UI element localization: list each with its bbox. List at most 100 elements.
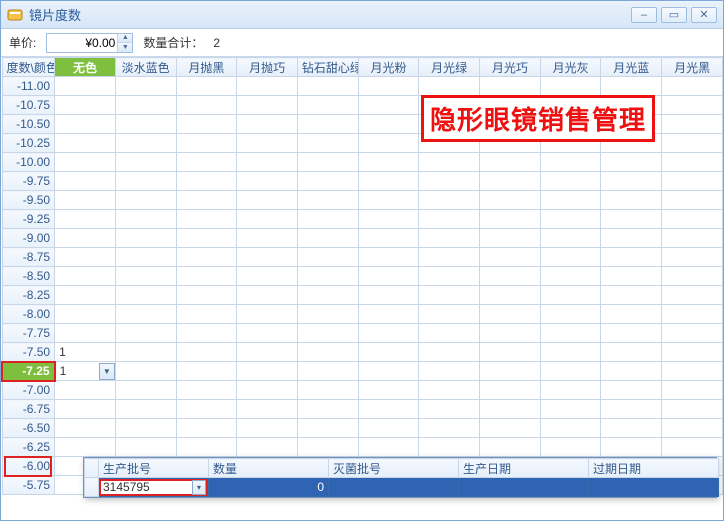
grid-cell[interactable] [480,286,541,305]
grid-cell[interactable] [176,153,237,172]
batch-row-marker[interactable] [85,478,99,497]
grid-cell[interactable] [297,419,358,438]
grid-cell[interactable] [358,324,419,343]
grid-cell[interactable] [176,400,237,419]
grid-cell[interactable] [540,362,601,381]
grid-cell[interactable] [601,286,662,305]
grid-cell[interactable] [358,153,419,172]
grid-cell[interactable] [358,210,419,229]
grid-cell[interactable] [297,324,358,343]
grid-cell[interactable] [237,362,298,381]
grid-cell[interactable] [297,362,358,381]
grid-cell[interactable] [115,438,176,457]
grid-cell[interactable] [662,343,723,362]
grid-cell[interactable] [540,153,601,172]
grid-cell[interactable] [55,438,116,457]
grid-cell[interactable] [662,248,723,267]
grid-cell[interactable] [601,324,662,343]
grid-cell[interactable] [297,96,358,115]
grid-cell[interactable] [297,267,358,286]
grid-cell[interactable] [480,77,541,96]
grid-cell[interactable] [601,153,662,172]
row-header[interactable]: -6.25 [2,438,55,457]
grid-cell[interactable] [419,381,480,400]
grid-cell[interactable] [176,362,237,381]
grid-cell[interactable] [480,172,541,191]
grid-cell[interactable]: 1▼ [55,362,116,381]
row-header[interactable]: -7.25 [2,362,55,381]
grid-cell[interactable] [237,229,298,248]
grid-cell[interactable] [358,286,419,305]
grid-cell[interactable] [176,419,237,438]
column-header[interactable]: 月光绿 [419,58,480,77]
grid-cell[interactable] [297,77,358,96]
grid-cell[interactable] [115,77,176,96]
column-header[interactable]: 月抛巧 [237,58,298,77]
grid-cell[interactable] [358,267,419,286]
grid-cell[interactable] [176,343,237,362]
grid-cell[interactable] [419,305,480,324]
grid-cell[interactable] [358,419,419,438]
grid-cell[interactable] [540,248,601,267]
grid-cell[interactable] [115,96,176,115]
grid-cell[interactable] [237,438,298,457]
grid-cell[interactable] [358,362,419,381]
grid-cell[interactable] [540,343,601,362]
grid-cell[interactable] [601,267,662,286]
grid-cell[interactable] [662,267,723,286]
grid-cell[interactable] [297,229,358,248]
grid-cell[interactable] [55,400,116,419]
grid-cell[interactable] [237,77,298,96]
batch-column-header[interactable]: 生产批号 [99,459,209,478]
close-button[interactable]: ✕ [691,7,717,23]
grid-cell[interactable] [297,305,358,324]
grid-cell[interactable] [480,153,541,172]
grid-cell[interactable] [358,305,419,324]
grid-cell[interactable] [419,229,480,248]
batch-column-header[interactable]: 数量 [209,459,329,478]
row-header[interactable]: -8.50 [2,267,55,286]
grid-cell[interactable] [237,419,298,438]
grid-cell[interactable] [237,210,298,229]
grid-cell[interactable] [419,419,480,438]
row-header[interactable]: -7.50 [2,343,55,362]
grid-cell[interactable] [540,267,601,286]
row-header[interactable]: -10.75 [2,96,55,115]
grid-cell[interactable] [662,96,723,115]
grid-cell[interactable] [419,248,480,267]
grid-cell[interactable] [540,438,601,457]
grid-cell[interactable] [55,248,116,267]
batch-column-header[interactable]: 灭菌批号 [329,459,459,478]
grid-cell[interactable] [55,324,116,343]
grid-cell[interactable] [115,267,176,286]
minimize-button[interactable]: – [631,7,657,23]
grid-cell[interactable] [480,210,541,229]
grid-cell[interactable] [358,191,419,210]
grid-cell[interactable] [237,343,298,362]
row-header[interactable]: -10.50 [2,115,55,134]
grid-cell[interactable] [297,400,358,419]
batch-cell-qty[interactable]: 0 [209,478,329,497]
grid-cell[interactable] [419,438,480,457]
row-header[interactable]: -6.00 [2,457,55,476]
grid-cell[interactable] [115,172,176,191]
column-header[interactable]: 月光灰 [540,58,601,77]
batch-column-header[interactable]: 过期日期 [589,459,719,478]
grid-cell[interactable] [55,210,116,229]
grid-cell[interactable] [419,362,480,381]
grid-cell[interactable] [480,381,541,400]
grid-cell[interactable] [601,343,662,362]
grid-cell[interactable] [55,381,116,400]
grid-cell[interactable] [358,115,419,134]
grid-cell[interactable] [662,115,723,134]
grid-cell[interactable] [540,210,601,229]
grid-cell[interactable] [237,134,298,153]
grid-cell[interactable] [662,438,723,457]
column-header[interactable]: 月光粉 [358,58,419,77]
grid-cell[interactable] [176,248,237,267]
grid-cell[interactable] [358,248,419,267]
grid-cell[interactable] [55,229,116,248]
grid-cell[interactable] [358,172,419,191]
row-header[interactable]: -5.75 [2,476,55,495]
grid-cell[interactable] [662,381,723,400]
